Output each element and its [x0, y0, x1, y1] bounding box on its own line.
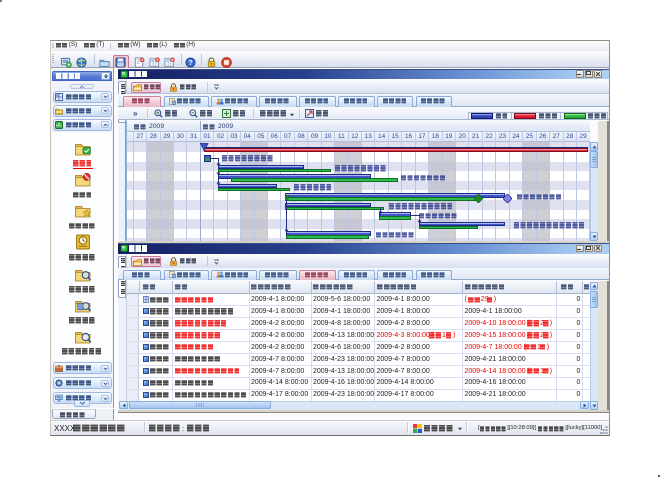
svg-text:?: ? — [188, 58, 193, 67]
